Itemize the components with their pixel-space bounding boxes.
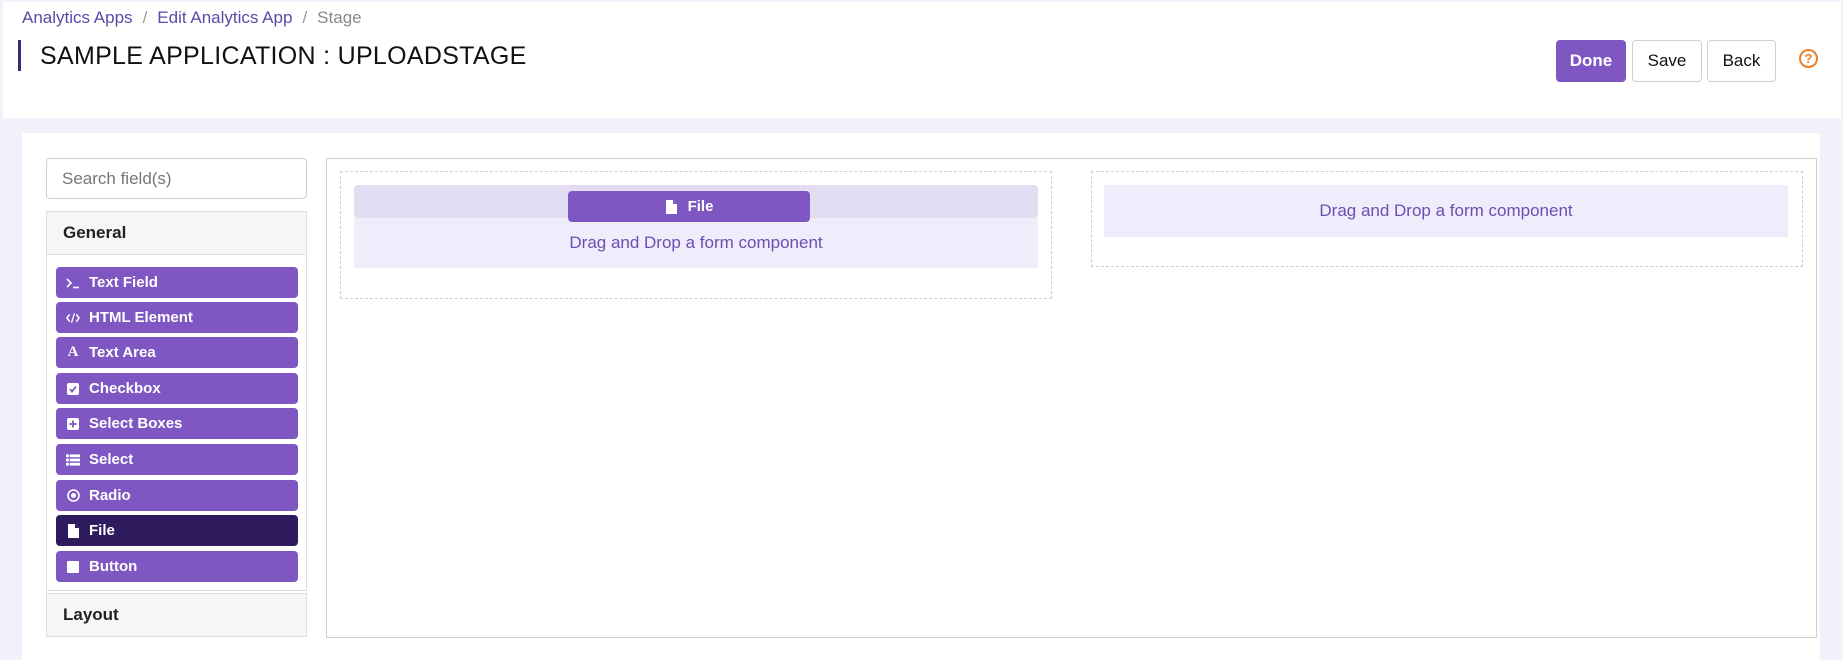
drop-zone-right[interactable]: Drag and Drop a form component — [1104, 185, 1788, 237]
check-square-icon — [66, 382, 80, 396]
dot-circle-icon — [66, 489, 80, 503]
component-label: Select Boxes — [89, 415, 183, 432]
done-button[interactable]: Done — [1556, 40, 1626, 82]
breadcrumb-edit-analytics-app[interactable]: Edit Analytics App — [157, 8, 292, 28]
dragging-label: File — [687, 198, 714, 215]
component-label: Button — [89, 558, 138, 575]
component-label: HTML Element — [89, 309, 193, 326]
component-text-field[interactable]: Text Field — [56, 267, 298, 298]
breadcrumb-separator: / — [142, 8, 148, 27]
page-title: SAMPLE APPLICATION : UPLOADSTAGE — [40, 42, 527, 70]
list-icon — [66, 453, 80, 467]
save-button[interactable]: Save — [1632, 40, 1702, 82]
file-icon — [665, 199, 679, 214]
breadcrumb-current: Stage — [317, 8, 362, 27]
title-accent-bar — [18, 40, 21, 71]
group-layout-label: Layout — [63, 605, 119, 624]
file-icon — [66, 523, 80, 538]
group-general-label: General — [63, 223, 127, 242]
component-label: Checkbox — [89, 380, 161, 397]
group-layout-header[interactable]: Layout — [46, 593, 307, 637]
component-select-boxes[interactable]: Select Boxes — [56, 408, 298, 439]
component-html-element[interactable]: HTML Element — [56, 302, 298, 333]
breadcrumb-analytics-apps[interactable]: Analytics Apps — [22, 8, 133, 28]
back-button[interactable]: Back — [1707, 40, 1776, 82]
breadcrumb: Analytics Apps / Edit Analytics App / St… — [22, 8, 362, 28]
drop-zone-left[interactable]: Drag and Drop a form component — [354, 218, 1038, 268]
component-label: Text Field — [89, 274, 158, 291]
component-select[interactable]: Select — [56, 444, 298, 475]
help-icon[interactable]: ? — [1799, 49, 1818, 68]
dragging-file-component[interactable]: File — [568, 191, 810, 222]
component-radio[interactable]: Radio — [56, 480, 298, 511]
component-button[interactable]: Button — [56, 551, 298, 582]
group-general-header[interactable]: General — [46, 211, 307, 255]
component-label: Select — [89, 451, 134, 468]
component-checkbox[interactable]: Checkbox — [56, 373, 298, 404]
plus-square-icon — [66, 417, 80, 431]
component-label: Radio — [89, 487, 131, 504]
terminal-icon — [66, 276, 80, 290]
component-label: Text Area — [89, 344, 156, 361]
component-file[interactable]: File — [56, 515, 298, 546]
component-text-area[interactable]: A Text Area — [56, 337, 298, 368]
search-fields-input[interactable] — [46, 158, 307, 199]
code-icon — [66, 311, 80, 325]
stop-icon — [66, 560, 80, 574]
breadcrumb-separator: / — [302, 8, 308, 27]
component-label: File — [89, 522, 115, 539]
font-icon: A — [67, 344, 79, 360]
